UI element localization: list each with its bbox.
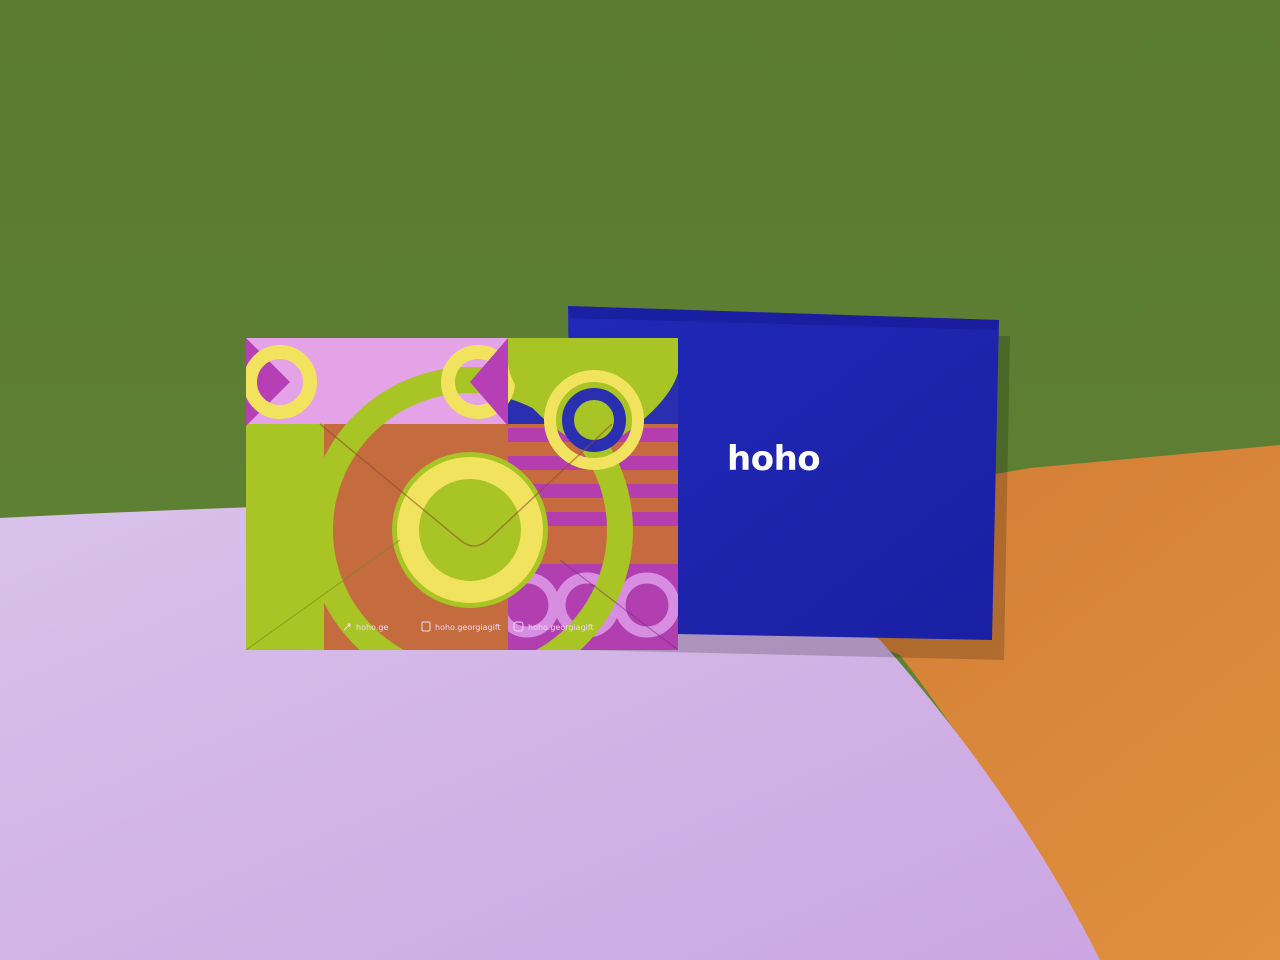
center-dot — [434, 494, 506, 566]
scene-svg: hoho hoho.ge hoho.georgiagift hoho.georg… — [0, 0, 1280, 960]
envelope-links: hoho.ge hoho.georgiagift hoho.georgiagif… — [343, 621, 594, 632]
box-logo-text: hoho — [727, 439, 820, 479]
envelope-left-panel — [246, 424, 324, 650]
envelope-link-label: hoho.georgiagift — [435, 623, 501, 632]
envelope-link-label: hoho.ge — [356, 623, 388, 632]
envelope-link-label: hoho.georgiagift — [528, 623, 594, 632]
envelope: hoho.ge hoho.georgiagift hoho.georgiagif… — [246, 338, 678, 650]
product-photo-scene: hoho hoho.ge hoho.georgiagift hoho.georg… — [0, 0, 1280, 960]
